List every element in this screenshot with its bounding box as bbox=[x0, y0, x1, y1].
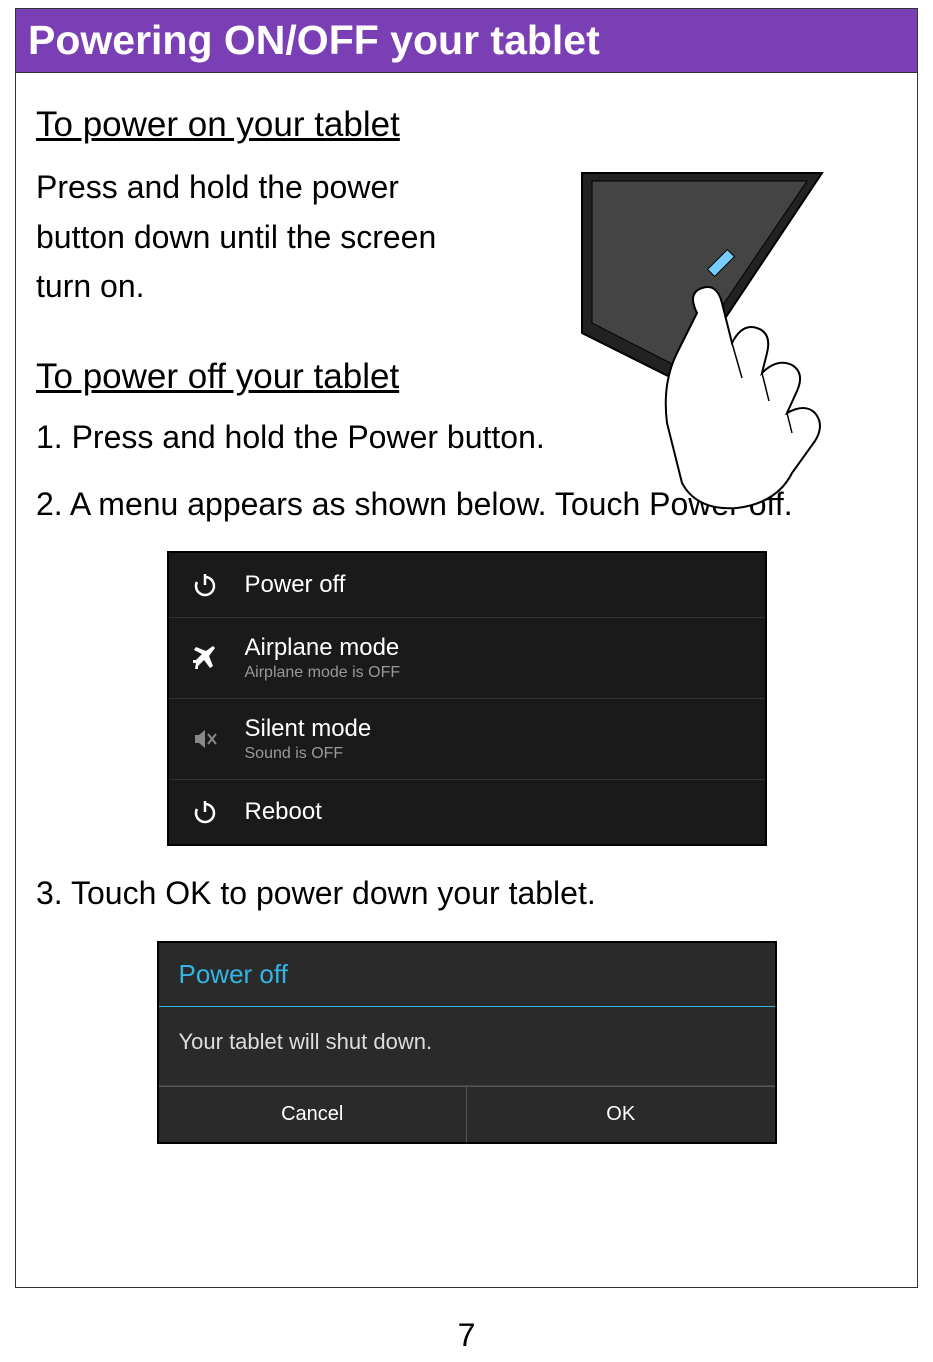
menu-label: Silent mode bbox=[245, 715, 372, 743]
power-icon bbox=[189, 569, 221, 601]
dialog-message: Your tablet will shut down. bbox=[159, 1007, 775, 1086]
page-header: Powering ON/OFF your tablet bbox=[16, 9, 917, 73]
page-container: Powering ON/OFF your tablet To power on … bbox=[15, 8, 918, 1288]
power-icon bbox=[189, 796, 221, 828]
power-on-illustration bbox=[552, 153, 842, 533]
dialog-buttons: Cancel OK bbox=[159, 1086, 775, 1142]
menu-item-power-off[interactable]: Power off bbox=[169, 553, 765, 618]
airplane-icon bbox=[189, 642, 221, 674]
cancel-button[interactable]: Cancel bbox=[159, 1087, 468, 1142]
step-3: 3. Touch OK to power down your tablet. bbox=[36, 871, 897, 916]
header-title: Powering ON/OFF your tablet bbox=[28, 17, 600, 63]
menu-label: Power off bbox=[245, 571, 346, 599]
menu-sublabel: Sound is OFF bbox=[245, 745, 372, 763]
power-menu: Power off Airplane mode Airplane mode is… bbox=[167, 551, 767, 846]
menu-item-silent[interactable]: Silent mode Sound is OFF bbox=[169, 699, 765, 780]
hand-icon bbox=[637, 273, 867, 533]
page-number: 7 bbox=[0, 1317, 933, 1354]
menu-sublabel: Airplane mode is OFF bbox=[245, 664, 401, 682]
silent-icon bbox=[189, 723, 221, 755]
menu-label: Reboot bbox=[245, 798, 322, 826]
dialog-title: Power off bbox=[159, 943, 775, 1007]
power-on-section-title: To power on your tablet bbox=[36, 105, 897, 145]
ok-button[interactable]: OK bbox=[467, 1087, 775, 1142]
content-area: To power on your tablet Press and hold t… bbox=[16, 73, 917, 1164]
confirm-dialog: Power off Your tablet will shut down. Ca… bbox=[157, 941, 777, 1144]
menu-label: Airplane mode bbox=[245, 634, 401, 662]
menu-item-airplane[interactable]: Airplane mode Airplane mode is OFF bbox=[169, 618, 765, 699]
power-on-body: Press and hold the power button down unt… bbox=[36, 163, 496, 312]
menu-item-reboot[interactable]: Reboot bbox=[169, 780, 765, 844]
